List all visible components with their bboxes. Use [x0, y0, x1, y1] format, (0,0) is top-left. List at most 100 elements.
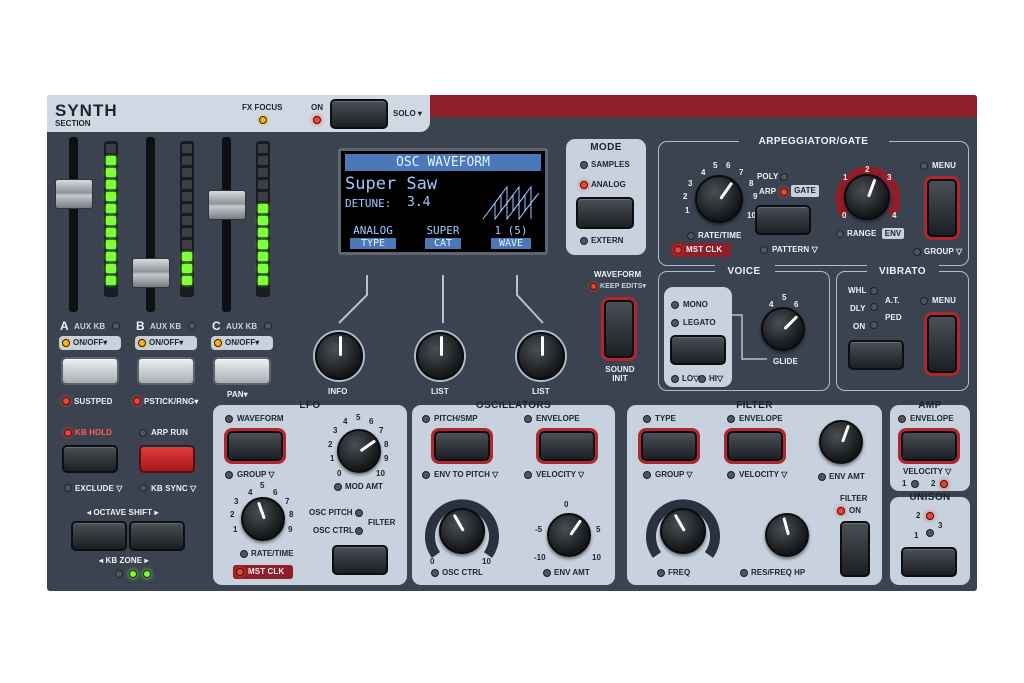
res-led [740, 569, 748, 577]
mod-tick-3: 3 [333, 426, 338, 435]
softkey-1-bottom[interactable]: TYPE [350, 238, 396, 249]
filter-freq-knob[interactable] [660, 508, 706, 554]
freq-label: FREQ [668, 568, 691, 577]
env-to-pitch-led [422, 471, 430, 479]
mode-button[interactable] [576, 197, 634, 229]
lfo-waveform-label: WAVEFORM [237, 414, 284, 423]
arp-group-label: GROUP ▽ [924, 247, 963, 256]
lfo-rate-tick-2: 2 [230, 510, 235, 519]
softkey-2-bottom[interactable]: CAT [425, 238, 461, 249]
lfo-rate-tick-9: 9 [288, 525, 293, 534]
lfo-waveform-button[interactable] [227, 431, 283, 461]
whl-label: WHL [848, 286, 867, 295]
sound-init-button[interactable] [604, 300, 634, 358]
arp-rate-tick-3: 3 [688, 179, 693, 188]
synth-on-button[interactable] [330, 99, 388, 129]
layer-a-button[interactable] [61, 357, 119, 385]
layer-c-aux-label: AUX KB [226, 322, 258, 331]
filter-res-knob[interactable] [765, 513, 809, 557]
layer-c-button[interactable] [213, 357, 271, 385]
sound-init-label: SOUND INIT [605, 365, 635, 383]
kb-zone-led-1 [115, 570, 123, 578]
vibrato-menu-button[interactable] [927, 315, 957, 373]
kb-hold-button[interactable] [62, 445, 118, 473]
osc-envelope-button[interactable] [539, 431, 595, 461]
osc-env-amt-label: ENV AMT [554, 568, 590, 577]
mod-tick-6: 6 [369, 417, 374, 426]
fader-b-handle[interactable] [132, 258, 170, 288]
layer-b-button[interactable] [137, 357, 195, 385]
amp-envelope-button[interactable] [901, 431, 957, 461]
glide-knob[interactable] [761, 307, 805, 351]
arp-rate-knob[interactable] [695, 175, 743, 223]
filter-group-led [643, 471, 651, 479]
lfo-mod-amt-knob[interactable] [337, 429, 381, 473]
on-ped-led [870, 321, 878, 329]
filter-on-label: FILTER [840, 494, 868, 503]
fx-focus-label: FX FOCUS [242, 103, 283, 112]
analog-led [580, 181, 588, 189]
pitch-smp-button[interactable] [434, 431, 490, 461]
lo-led [671, 375, 679, 383]
range-tick-0: 0 [842, 211, 847, 220]
fader-a-slot [69, 137, 78, 312]
kb-zone-led-3 [143, 570, 151, 578]
env-amt-tick-5: 5 [596, 525, 601, 534]
arp-range-knob[interactable] [844, 174, 890, 220]
softkey-3-bottom[interactable]: WAVE [491, 238, 531, 249]
filter-env-amt-knob[interactable] [819, 420, 863, 464]
osc-ctrl-knob-led [431, 569, 439, 577]
osc-env-amt-knob[interactable] [547, 513, 591, 557]
meter-b [180, 141, 194, 297]
unison-button[interactable] [901, 547, 957, 577]
filter-title: FILTER [736, 400, 773, 411]
filter-envelope-button[interactable] [727, 431, 783, 461]
meter-a [104, 141, 118, 297]
list-knob-1-label: LIST [431, 387, 449, 396]
range-tick-1: 1 [843, 173, 848, 182]
filter-type-button[interactable] [641, 431, 697, 461]
poly-label: POLY [757, 172, 779, 181]
filter-envelope-label: ENVELOPE [739, 414, 783, 423]
freq-led [657, 569, 665, 577]
list-knob-1[interactable] [416, 332, 464, 380]
list-knob-2[interactable] [517, 332, 565, 380]
whl-led [870, 287, 878, 295]
layer-a-aux-led [112, 322, 120, 330]
vibrato-button[interactable] [848, 340, 904, 370]
samples-label: SAMPLES [591, 160, 630, 169]
softkey-2-top: SUPER [426, 224, 460, 237]
unison-title: UNISON [909, 492, 951, 503]
osc-ctrl-knob[interactable] [439, 508, 485, 554]
octave-up-button[interactable] [129, 521, 185, 551]
arp-menu-button[interactable] [927, 179, 957, 237]
range-led [836, 230, 844, 238]
samples-led [580, 161, 588, 169]
range-tick-4: 4 [892, 211, 897, 220]
osc-pitch-led [355, 509, 363, 517]
pattern-label: PATTERN ▽ [772, 245, 818, 254]
arp-run-button[interactable] [139, 445, 195, 473]
octave-down-button[interactable] [71, 521, 127, 551]
rate-time-led [687, 232, 695, 240]
arp-mode-button[interactable] [755, 205, 811, 235]
synth-on-led [313, 116, 321, 124]
amp-envelope-label: ENVELOPE [910, 414, 954, 423]
sustped-label: SUSTPED [74, 397, 113, 406]
arp-rate-tick-1: 1 [685, 206, 690, 215]
lfo-rate-led [240, 550, 248, 558]
fader-c-handle[interactable] [208, 190, 246, 220]
osc-ctrl-tick-0: 0 [430, 557, 435, 566]
lfo-rate-knob[interactable] [241, 497, 285, 541]
saw-wave-graphic [482, 185, 540, 221]
lo-label: LO▽ [682, 374, 700, 383]
mod-tick-9: 9 [384, 454, 389, 463]
layer-c-onoff-label: ON/OFF▾ [225, 338, 260, 347]
arp-run-led [139, 429, 147, 437]
fader-a-handle[interactable] [55, 179, 93, 209]
filter-on-button[interactable] [840, 521, 870, 577]
voice-button[interactable] [670, 335, 726, 365]
mod-tick-5: 5 [356, 413, 361, 422]
info-knob[interactable] [315, 332, 363, 380]
lfo-dest-button[interactable] [332, 545, 388, 575]
